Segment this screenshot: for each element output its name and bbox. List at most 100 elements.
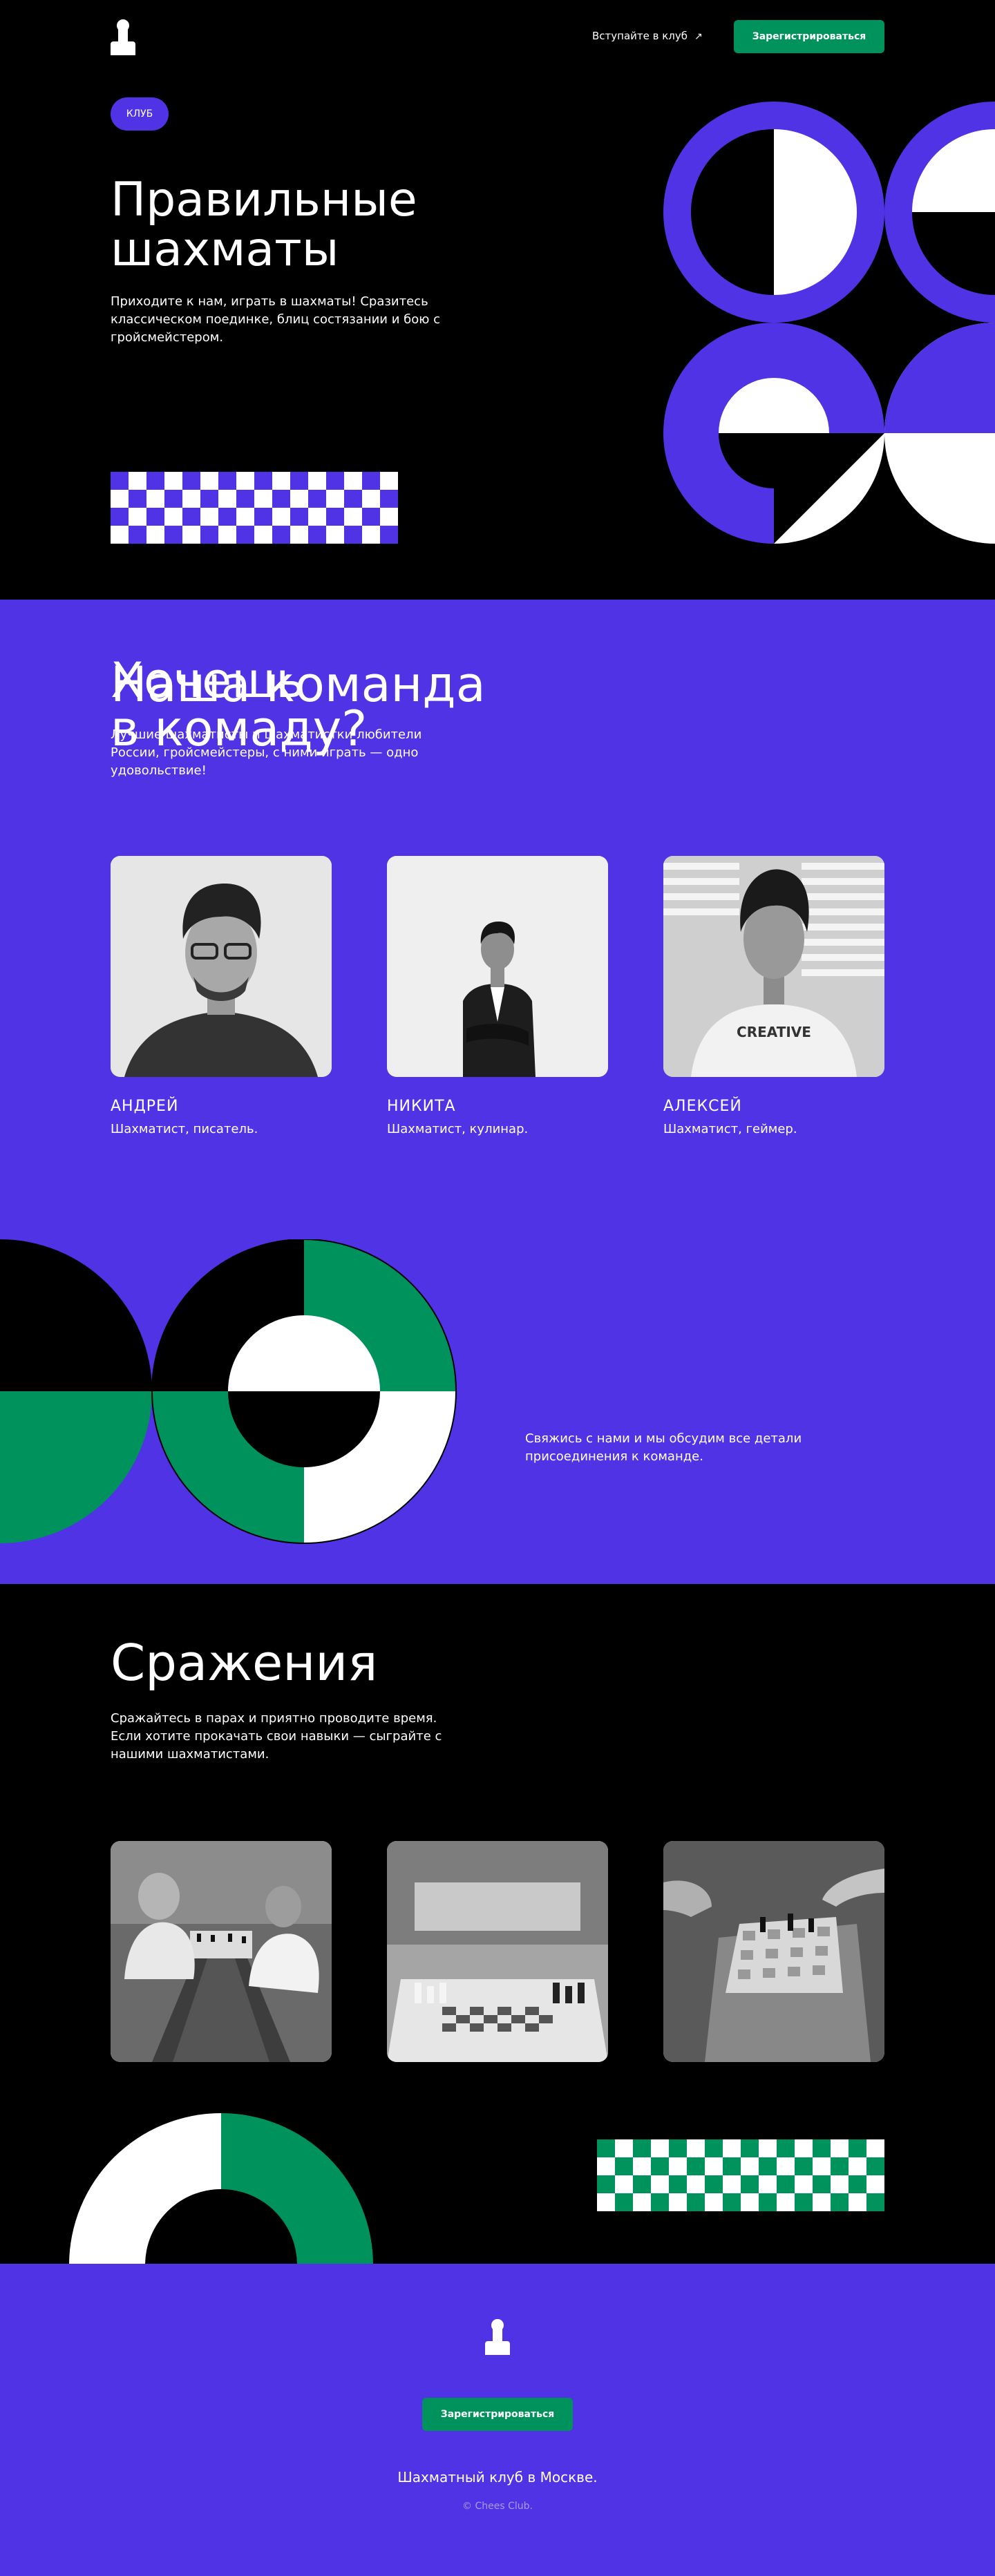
fight-photo-card bbox=[663, 1841, 884, 2062]
checker-square bbox=[326, 526, 344, 544]
checker-square bbox=[218, 526, 236, 544]
checker-pattern bbox=[111, 472, 398, 544]
checker-square bbox=[200, 526, 218, 544]
checker-square bbox=[308, 508, 326, 526]
checker-square bbox=[651, 2193, 669, 2211]
checker-square bbox=[236, 490, 254, 508]
checker-square bbox=[813, 2139, 831, 2157]
fights-section: Сражения Сражайтесь в парах и приятно пр… bbox=[0, 1584, 995, 2264]
checker-square bbox=[164, 508, 182, 526]
top-nav: Вступайте в клуб ↗ Зарегистрироваться bbox=[0, 0, 995, 72]
hero-title-line-1: Правильные bbox=[111, 173, 417, 227]
checker-square bbox=[687, 2175, 705, 2193]
checker-square bbox=[723, 2175, 741, 2193]
checker-square bbox=[164, 526, 182, 544]
checker-square bbox=[182, 508, 200, 526]
checker-square bbox=[831, 2193, 849, 2211]
checker-square bbox=[146, 490, 164, 508]
checker-square bbox=[129, 508, 146, 526]
checker-square bbox=[759, 2193, 777, 2211]
member-role: Шахматист, кулинар. bbox=[387, 1122, 529, 1136]
hero-lead: Приходите к нам, играть в шахматы! Срази… bbox=[111, 294, 441, 345]
join-lead: Свяжись с нами и мы обсудим все детали п… bbox=[525, 1431, 802, 1464]
checker-square bbox=[182, 526, 200, 544]
member-name: АНДРЕЙ bbox=[111, 1098, 179, 1115]
member-name: НИКИТА bbox=[387, 1098, 456, 1115]
checker-square bbox=[254, 490, 272, 508]
checker-square bbox=[111, 490, 129, 508]
checker-square bbox=[687, 2139, 705, 2157]
checker-square bbox=[344, 508, 362, 526]
checker-square bbox=[759, 2139, 777, 2157]
checker-square bbox=[344, 472, 362, 490]
fights-geometric-art bbox=[69, 2113, 373, 2264]
checker-square bbox=[236, 472, 254, 490]
hero-title: Правильные шахматы bbox=[111, 175, 525, 275]
checker-square bbox=[218, 508, 236, 526]
checker-square bbox=[290, 526, 308, 544]
footer-register-button[interactable]: Зарегистрироваться bbox=[422, 2398, 573, 2431]
join-title-line-2: в комаду? bbox=[111, 700, 368, 757]
team-section: Наша команда Лучшие шахматисты и шахмати… bbox=[0, 600, 995, 1584]
checker-square bbox=[633, 2175, 651, 2193]
checker-square bbox=[111, 508, 129, 526]
checker-square bbox=[615, 2139, 633, 2157]
checker-square bbox=[849, 2157, 866, 2175]
checker-square bbox=[669, 2193, 687, 2211]
checker-square bbox=[669, 2139, 687, 2157]
member-photo bbox=[111, 856, 332, 1077]
chess-pawn-icon[interactable] bbox=[485, 2319, 510, 2355]
shirt-text: CREATIVE bbox=[737, 1024, 811, 1040]
checker-square bbox=[813, 2157, 831, 2175]
member-role: Шахматист, писатель. bbox=[111, 1122, 258, 1136]
checker-square bbox=[362, 508, 380, 526]
checker-square bbox=[236, 508, 254, 526]
hero-title-line-2: шахматы bbox=[111, 222, 339, 277]
checker-square bbox=[164, 472, 182, 490]
fights-lead: Сражайтесь в парах и приятно проводите в… bbox=[111, 1711, 442, 1762]
checker-square bbox=[741, 2175, 759, 2193]
register-button[interactable]: Зарегистрироваться bbox=[734, 20, 884, 53]
checker-square bbox=[651, 2157, 669, 2175]
checker-square bbox=[254, 472, 272, 490]
checker-square bbox=[795, 2157, 813, 2175]
arrow-up-right-icon: ↗ bbox=[694, 31, 703, 42]
chess-pawn-icon[interactable] bbox=[111, 19, 135, 55]
checker-square bbox=[111, 472, 129, 490]
checker-square bbox=[129, 472, 146, 490]
checker-square bbox=[597, 2139, 615, 2157]
checker-square bbox=[723, 2139, 741, 2157]
member-name: АЛЕКСЕЙ bbox=[663, 1098, 742, 1115]
checker-square bbox=[218, 472, 236, 490]
checker-square bbox=[795, 2193, 813, 2211]
checker-square bbox=[164, 490, 182, 508]
team-member-card: АНДРЕЙ Шахматист, писатель. bbox=[111, 856, 332, 1136]
checker-square bbox=[200, 490, 218, 508]
fight-photo bbox=[387, 1841, 608, 2062]
checker-square bbox=[615, 2157, 633, 2175]
checker-square bbox=[362, 472, 380, 490]
checker-square bbox=[651, 2175, 669, 2193]
checker-square bbox=[866, 2193, 884, 2211]
checker-square bbox=[741, 2157, 759, 2175]
checker-square bbox=[290, 472, 308, 490]
member-photo bbox=[387, 856, 608, 1077]
checker-square bbox=[129, 490, 146, 508]
hero-section: Вступайте в клуб ↗ Зарегистрироваться КЛУ… bbox=[0, 0, 995, 600]
checker-square bbox=[705, 2139, 723, 2157]
checker-square bbox=[723, 2157, 741, 2175]
checker-square bbox=[866, 2139, 884, 2157]
fight-photo bbox=[111, 1841, 332, 2062]
checker-square bbox=[326, 508, 344, 526]
checker-square bbox=[705, 2175, 723, 2193]
checker-square bbox=[597, 2157, 615, 2175]
checker-square bbox=[669, 2157, 687, 2175]
join-club-link[interactable]: Вступайте в клуб ↗ bbox=[592, 30, 703, 42]
checker-square bbox=[795, 2175, 813, 2193]
footer: Зарегистрироваться Шахматный клуб в Моск… bbox=[0, 2264, 995, 2576]
checker-square bbox=[129, 526, 146, 544]
checker-square bbox=[795, 2139, 813, 2157]
checker-square bbox=[633, 2157, 651, 2175]
join-title: Хочешь в комаду? bbox=[111, 656, 367, 753]
checker-square bbox=[200, 472, 218, 490]
